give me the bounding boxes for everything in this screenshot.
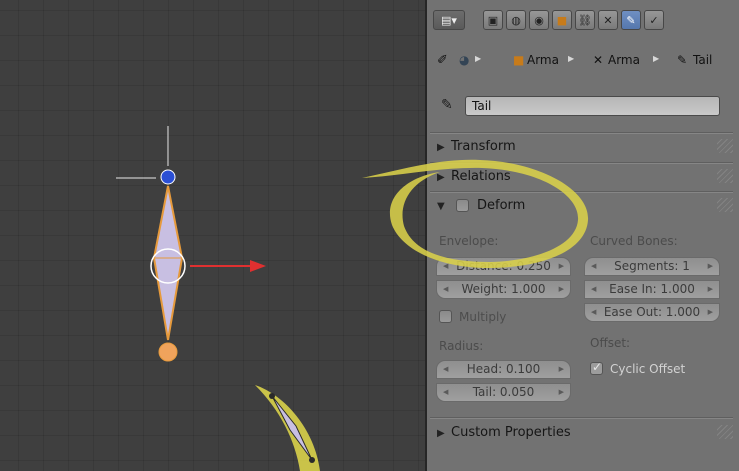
envelope-distance-field[interactable]: ◀ Distance: 0.250 ▶ (436, 257, 571, 276)
envelope-weight-field[interactable]: ◀ Weight: 1.000 ▶ (436, 280, 571, 299)
collapsed-arrow-icon: ▶ (437, 172, 445, 183)
breadcrumb-arrow-icon: ▶ (475, 54, 482, 63)
blender-window: ▤▾ ▣ ◍ ◉ ■ ⛓ ✕ ✎ ✓ ✐ ◕ ▶ ■ Arma ▶ ✕ Arma… (0, 0, 739, 471)
checkmark-icon: ✓ (592, 360, 603, 374)
scene-icon: ◕ (459, 53, 470, 67)
deform-checkbox[interactable] (456, 199, 469, 212)
render-icon[interactable]: ▣ (483, 10, 503, 30)
viewport-canvas (116, 126, 320, 471)
cyclic-offset-checkbox[interactable]: ✓ (590, 360, 603, 375)
properties-editor: ▤▾ ▣ ◍ ◉ ■ ⛓ ✕ ✎ ✓ ✐ ◕ ▶ ■ Arma ▶ ✕ Arma… (427, 0, 739, 471)
bone-constraints-icon[interactable]: ✓ (644, 10, 664, 30)
breadcrumb-object[interactable]: Arma (527, 53, 559, 67)
object-crumb-icon: ■ (513, 53, 525, 67)
envelope-label: Envelope: (439, 234, 499, 248)
divider (430, 162, 733, 164)
pin-icon[interactable]: ✐ (437, 53, 448, 68)
multiply-label: Multiply (459, 310, 507, 324)
expanded-arrow-icon: ▼ (437, 201, 445, 212)
3d-viewport[interactable] (0, 0, 425, 471)
render-layers-icon[interactable]: ◍ (506, 10, 526, 30)
head-value: Head: 0.100 (466, 362, 541, 376)
armature-crumb-icon: ✕ (593, 53, 604, 67)
deform-panel-header[interactable]: ▼ (437, 198, 451, 213)
custom-properties-panel-title: Custom Properties (451, 425, 571, 440)
bone-icon[interactable]: ✎ (621, 10, 641, 30)
breadcrumb-bone[interactable]: Tail (693, 53, 712, 67)
multiply-checkbox[interactable] (439, 310, 452, 323)
weight-value: Weight: 1.000 (461, 282, 546, 296)
radius-head-field[interactable]: ◀ Head: 0.100 ▶ (436, 360, 571, 379)
ease-out-value: Ease Out: 1.000 (603, 305, 701, 319)
panel-grip[interactable] (717, 425, 733, 439)
custom-properties-panel-header[interactable]: ▶ Custom Properties (437, 425, 571, 440)
divider (430, 132, 733, 134)
object-icon[interactable]: ■ (552, 10, 572, 30)
panel-grip[interactable] (717, 139, 733, 153)
editor-type-menu[interactable]: ▤▾ (433, 10, 465, 30)
divider (430, 417, 733, 419)
ease-out-field[interactable]: ◀ Ease Out: 1.000 ▶ (584, 303, 720, 322)
bone-name-field[interactable]: Tail (465, 96, 720, 116)
world-icon[interactable]: ◉ (529, 10, 549, 30)
panel-grip[interactable] (717, 169, 733, 183)
segments-field[interactable]: ◀ Segments: 1 ▶ (584, 257, 720, 276)
3d-cursor (116, 126, 169, 179)
offset-label: Offset: (590, 336, 631, 350)
constraints-icon[interactable]: ⛓ (575, 10, 595, 30)
radius-label: Radius: (439, 339, 484, 353)
armature-bone[interactable] (152, 169, 184, 362)
relations-panel-title: Relations (451, 169, 511, 184)
deform-panel-title: Deform (477, 198, 526, 213)
breadcrumb-armature[interactable]: Arma (608, 53, 640, 67)
collapsed-arrow-icon: ▶ (437, 142, 445, 153)
armature-data-icon[interactable]: ✕ (598, 10, 618, 30)
bone-crumb-icon: ✎ (677, 53, 688, 67)
collapsed-arrow-icon: ▶ (437, 428, 445, 439)
distance-value: Distance: 0.250 (456, 259, 551, 273)
cyclic-offset-label: Cyclic Offset (610, 362, 686, 376)
ease-in-value: Ease In: 1.000 (609, 282, 695, 296)
breadcrumb-arrow-icon: ▶ (653, 54, 660, 63)
breadcrumb-arrow-icon: ▶ (568, 54, 575, 63)
segments-value: Segments: 1 (614, 259, 690, 273)
tail-value: Tail: 0.050 (472, 385, 535, 399)
tail-bone-highlighted[interactable] (255, 385, 320, 471)
curved-bones-label: Curved Bones: (590, 234, 678, 248)
panel-grip[interactable] (717, 198, 733, 212)
bone-name-icon: ✎ (441, 97, 453, 113)
transform-panel-header[interactable]: ▶ Transform (437, 139, 516, 154)
relations-panel-header[interactable]: ▶ Relations (437, 169, 511, 184)
transform-panel-title: Transform (451, 139, 516, 154)
divider (430, 191, 733, 193)
radius-tail-field[interactable]: ◀ Tail: 0.050 ▶ (436, 383, 571, 402)
ease-in-field[interactable]: ◀ Ease In: 1.000 ▶ (584, 280, 720, 299)
